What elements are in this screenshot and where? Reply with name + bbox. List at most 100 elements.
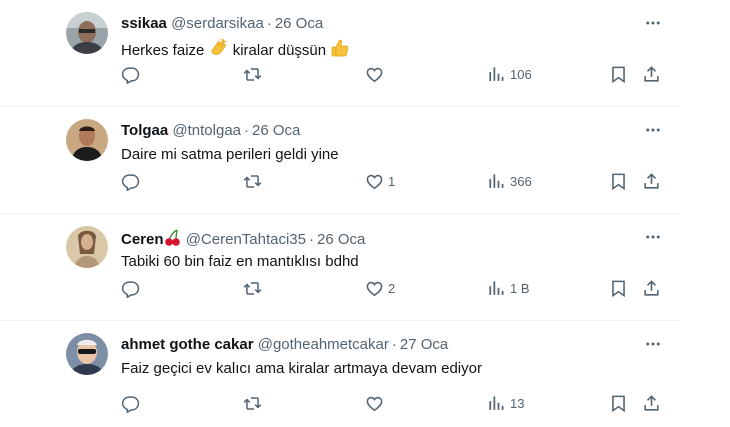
display-name[interactable]: ssikaa: [121, 15, 167, 32]
bookmark-button[interactable]: [609, 63, 628, 85]
retweet-icon: [243, 279, 262, 298]
display-name[interactable]: Tolgaa: [121, 122, 168, 139]
reply-icon: [121, 172, 140, 191]
more-options-icon[interactable]: [644, 121, 662, 139]
analytics-icon: [487, 172, 506, 191]
tweet-feed: ssikaa @serdarsikaa · 26 Oca Herkes faize …: [0, 0, 730, 420]
tweet-actions: 13: [0, 392, 680, 414]
view-count: 106: [510, 66, 532, 82]
tweet-actions: 2 1 B: [0, 277, 680, 299]
reply-icon: [121, 65, 140, 84]
reply-button[interactable]: [121, 277, 140, 299]
heart-icon: [365, 65, 384, 84]
retweet-button[interactable]: [243, 170, 262, 192]
avatar[interactable]: [66, 333, 108, 375]
heart-icon: [365, 394, 384, 413]
bookmark-button[interactable]: [609, 170, 628, 192]
user-handle[interactable]: @gotheahmetcakar: [258, 336, 389, 353]
tweet-date[interactable]: 26 Oca: [317, 231, 365, 248]
analytics-icon: [487, 394, 506, 413]
retweet-icon: [243, 172, 262, 191]
bookmark-button[interactable]: [609, 277, 628, 299]
tweet-text: Faiz geçici ev kalıcı ama kiralar artmay…: [121, 360, 482, 377]
tweet-text: Daire mi satma perileri geldi yine: [121, 146, 339, 163]
tweet-text-part: Herkes faize: [121, 42, 205, 59]
display-name[interactable]: ahmet gothe cakar: [121, 336, 254, 353]
bookmark-icon: [609, 394, 628, 413]
view-count: 1 B: [510, 280, 530, 296]
views-button[interactable]: 366: [487, 170, 532, 192]
thumbs-up-icon: [331, 39, 349, 57]
bookmark-icon: [609, 279, 628, 298]
tweet-date[interactable]: 26 Oca: [275, 15, 323, 32]
separator: ·: [266, 15, 272, 32]
share-button[interactable]: [642, 277, 661, 299]
heart-icon: [365, 279, 384, 298]
user-handle[interactable]: @serdarsikaa: [171, 15, 264, 32]
retweet-button[interactable]: [243, 63, 262, 85]
analytics-icon: [487, 279, 506, 298]
separator: ·: [391, 336, 397, 353]
tweet[interactable]: Ceren @CerenTahtaci35 · 26 Oca Tabiki 60 b…: [0, 214, 680, 321]
views-button[interactable]: 1 B: [487, 277, 530, 299]
like-button[interactable]: 1: [365, 170, 395, 192]
tweet-actions: 106: [0, 63, 680, 85]
user-handle[interactable]: @tntolgaa: [172, 122, 241, 139]
views-button[interactable]: 13: [487, 392, 524, 414]
tweet-actions: 1 366: [0, 170, 680, 192]
reply-button[interactable]: [121, 392, 140, 414]
user-handle[interactable]: @CerenTahtaci35: [186, 231, 306, 248]
like-button[interactable]: [365, 392, 388, 414]
tweet[interactable]: Tolgaa @tntolgaa · 26 Oca Daire mi satma p…: [0, 107, 680, 214]
view-count: 13: [510, 395, 525, 411]
cherries-icon: [164, 229, 180, 246]
retweet-button[interactable]: [243, 392, 262, 414]
tweet-date[interactable]: 27 Oca: [400, 336, 448, 353]
view-count: 366: [510, 173, 532, 189]
share-button[interactable]: [642, 392, 661, 414]
tweet-header: ssikaa @serdarsikaa · 26 Oca: [121, 15, 323, 33]
retweet-icon: [243, 394, 262, 413]
analytics-icon: [487, 65, 506, 84]
views-button[interactable]: 106: [487, 63, 532, 85]
tweet-text-part: kiralar düşsün: [232, 42, 327, 59]
more-options-icon[interactable]: [644, 14, 662, 32]
tweet-header: Ceren @CerenTahtaci35 · 26 Oca: [121, 229, 365, 249]
like-button[interactable]: [365, 63, 388, 85]
reply-button[interactable]: [121, 63, 140, 85]
bookmark-icon: [609, 172, 628, 191]
tweet-header: Tolgaa @tntolgaa · 26 Oca: [121, 122, 300, 140]
share-icon: [642, 172, 661, 191]
share-icon: [642, 65, 661, 84]
avatar[interactable]: [66, 119, 108, 161]
reply-button[interactable]: [121, 170, 140, 192]
separator: ·: [244, 122, 250, 139]
tweet-date[interactable]: 26 Oca: [252, 122, 300, 139]
clapping-hands-icon: [210, 38, 226, 55]
bookmark-button[interactable]: [609, 392, 628, 414]
like-button[interactable]: 2: [365, 277, 395, 299]
retweet-button[interactable]: [243, 277, 262, 299]
like-count: 2: [388, 280, 396, 296]
tweet[interactable]: ahmet gothe cakar @gotheahmetcakar · 27 Oc…: [0, 321, 680, 427]
like-count: 1: [388, 173, 396, 189]
display-name[interactable]: Ceren: [121, 231, 164, 248]
separator: ·: [309, 231, 314, 248]
reply-icon: [121, 279, 140, 298]
share-icon: [642, 279, 661, 298]
tweet-text: Tabiki 60 bin faiz en mantıklısı bdhd: [121, 253, 359, 270]
share-button[interactable]: [642, 63, 661, 85]
share-button[interactable]: [642, 170, 661, 192]
share-icon: [642, 394, 661, 413]
more-options-icon[interactable]: [644, 335, 662, 353]
avatar[interactable]: [66, 226, 108, 268]
tweet[interactable]: ssikaa @serdarsikaa · 26 Oca Herkes faize …: [0, 0, 680, 107]
more-options-icon[interactable]: [644, 228, 662, 246]
bookmark-icon: [609, 65, 628, 84]
reply-icon: [121, 394, 140, 413]
heart-icon: [365, 172, 384, 191]
avatar[interactable]: [66, 12, 108, 54]
tweet-text: Herkes faize kiralar düşsün: [121, 38, 350, 61]
tweet-header: ahmet gothe cakar @gotheahmetcakar · 27 Oc…: [121, 336, 448, 354]
retweet-icon: [243, 65, 262, 84]
